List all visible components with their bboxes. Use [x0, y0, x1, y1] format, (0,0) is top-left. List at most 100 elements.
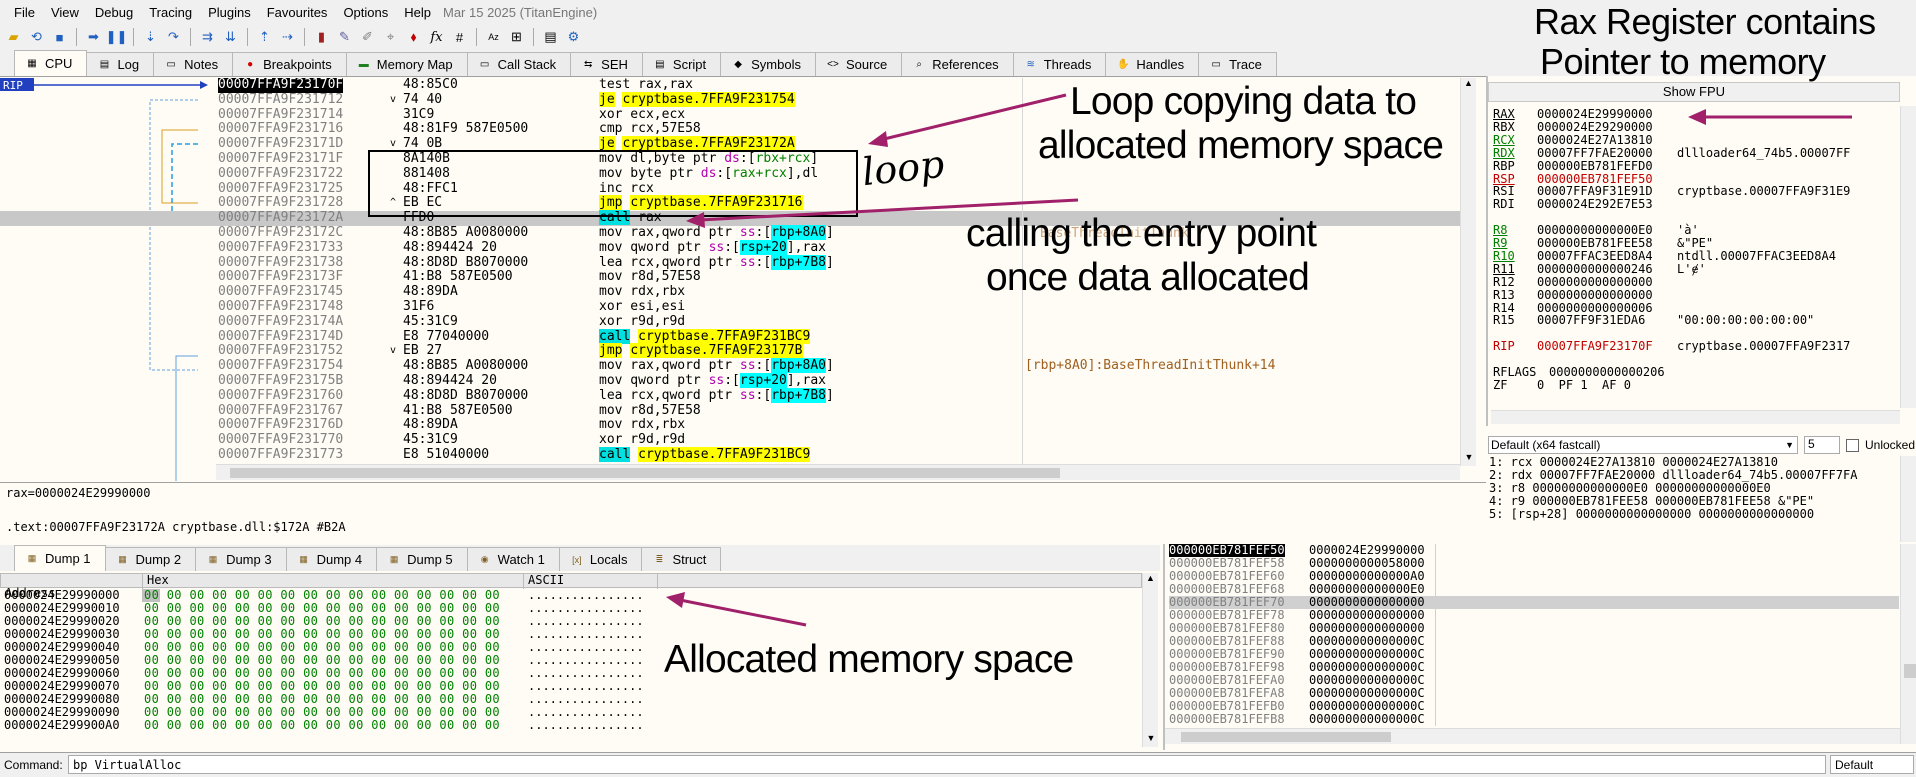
- command-input[interactable]: bp VirtualAlloc: [68, 755, 1826, 774]
- tab-threads[interactable]: ≋ Threads: [1012, 52, 1107, 76]
- disasm-row[interactable]: 00007FFA9F23176D 48:89DA mov rdx,rbx: [0, 417, 1470, 433]
- call-convention-select[interactable]: Default (x64 fastcall) ▼: [1488, 436, 1798, 454]
- tab-notes[interactable]: ▭ Notes: [153, 52, 234, 76]
- stop-icon[interactable]: ■: [50, 28, 69, 47]
- label-icon[interactable]: ⌖: [381, 28, 400, 47]
- function-icon[interactable]: fx: [427, 28, 446, 47]
- register-row[interactable]: RBP 000000EB781FEFD0: [1491, 158, 1901, 173]
- settings-icon[interactable]: ⚙: [564, 28, 583, 47]
- annotation-loop-1: Loop copying data to: [1070, 80, 1417, 123]
- unlocked-checkbox[interactable]: [1846, 438, 1859, 452]
- tab-dump-5[interactable]: ▦ Dump 5: [376, 547, 468, 571]
- instruction-token: mov rdx,rbx: [599, 284, 686, 300]
- tab-struct[interactable]: ≣ Struct: [641, 547, 722, 571]
- tab-watch-1[interactable]: ◉ Watch 1: [466, 547, 560, 571]
- breakpoint-dot-icon: ●: [247, 59, 254, 70]
- menu-favourites[interactable]: Favourites: [259, 5, 336, 20]
- register-name: RBP: [1493, 158, 1515, 173]
- register-row[interactable]: ZF 0 PF 1 AF 0: [1491, 378, 1901, 392]
- comment-icon[interactable]: ✐: [358, 28, 377, 47]
- register-row[interactable]: RDX 00007FF7FAE20000 dllloader64_74b5.0000…: [1491, 146, 1901, 160]
- stack-horizontal-scrollbar[interactable]: [1165, 728, 1900, 744]
- register-row[interactable]: R11 0000000000000246 L'ɇ': [1491, 262, 1901, 276]
- arg-count-spinner[interactable]: 5: [1804, 436, 1840, 454]
- disasm-row[interactable]: 00007FFA9F231754 48:8B85 A0080000 mov rax,…: [0, 358, 1470, 374]
- tab-symbols[interactable]: ◆ Symbols: [720, 52, 816, 76]
- register-row[interactable]: RBX 0000024E29290000: [1491, 120, 1901, 134]
- tab-locals[interactable]: [x] Locals: [558, 547, 643, 571]
- register-row[interactable]: RDI 0000024E292E7E53: [1491, 198, 1901, 211]
- registers-scrollbar[interactable]: [1900, 106, 1916, 408]
- trace-over-icon[interactable]: ⇊: [221, 28, 240, 47]
- disasm-instruction: mov rax,qword ptr ss:[rbp+8A0]: [599, 358, 834, 374]
- scylla-icon[interactable]: ▮: [312, 28, 331, 47]
- disasm-row[interactable]: 00007FFA9F23174D E8 77040000 call cryptbas…: [0, 328, 1470, 345]
- instruction-token: :[: [724, 373, 740, 388]
- registers-horizontal-scrollbar[interactable]: [1491, 410, 1900, 424]
- disasm-row[interactable]: 00007FFA9F231773 E8 51040000 call cryptbas…: [0, 447, 1470, 463]
- menu-options[interactable]: Options: [335, 5, 396, 20]
- register-row[interactable]: R15 00007FF9F31EDA6 "00:00:00:00:00:00": [1491, 314, 1901, 327]
- tab-script[interactable]: ▤ Script: [641, 52, 722, 76]
- register-row[interactable]: R13 0000000000000000: [1491, 288, 1901, 302]
- bookmark-icon[interactable]: ⬧: [404, 28, 423, 47]
- call-argument-row[interactable]: 5: [rsp+28] 0000000000000000 00000000000…: [1489, 508, 1899, 521]
- disasm-row[interactable]: 00007FFA9F231767 41:B8 587E0500 mov r8d,57…: [0, 403, 1470, 419]
- tab-seh[interactable]: ⇆ SEH: [570, 52, 643, 76]
- run-to-user-code-icon[interactable]: ⇢: [278, 28, 297, 47]
- arguments-scrollbar[interactable]: [1900, 456, 1916, 542]
- menu-plugins[interactable]: Plugins: [200, 5, 259, 20]
- dump-scrollbar[interactable]: ▲ ▼: [1142, 573, 1158, 747]
- menu-view[interactable]: View: [43, 5, 87, 20]
- strings-icon[interactable]: Az: [484, 28, 503, 47]
- menu-debug[interactable]: Debug: [87, 5, 141, 20]
- tab-trace[interactable]: ▭ Trace: [1198, 52, 1277, 76]
- restart-icon[interactable]: ⟲: [27, 28, 46, 47]
- disasm-row[interactable]: 00007FFA9F231760 48:8D8D B8070000 lea rcx,…: [0, 387, 1470, 404]
- menu-help[interactable]: Help: [396, 5, 439, 20]
- tab-handles[interactable]: ✋ Handles: [1105, 52, 1200, 76]
- step-over-icon[interactable]: ↷: [164, 28, 183, 47]
- tab-dump-2[interactable]: ▦ Dump 2: [104, 547, 197, 571]
- step-into-icon[interactable]: ⇣: [141, 28, 160, 47]
- disasm-row[interactable]: 00007FFA9F231770 45:31C9 xor r9d,r9d: [0, 432, 1470, 448]
- pause-icon[interactable]: ❚❚: [106, 28, 128, 47]
- disassembly-vertical-scrollbar[interactable]: ▲ ▼: [1460, 78, 1476, 466]
- notes-toolbar-icon[interactable]: ▤: [541, 28, 560, 47]
- tab-dump-3[interactable]: ▦ Dump 3: [195, 547, 287, 571]
- tab-breakpoints[interactable]: ● Breakpoints: [232, 52, 347, 76]
- register-row[interactable]: RIP 00007FFA9F23170F cryptbase.00007FFA9F2…: [1491, 340, 1901, 353]
- run-icon[interactable]: ➡: [84, 28, 103, 47]
- tab-cpu[interactable]: ▦ CPU: [14, 50, 88, 76]
- disasm-row[interactable]: 00007FFA9F23175B 48:894424 20 mov qword pt…: [0, 373, 1470, 389]
- stack-row[interactable]: 000000EB781FEFB8 000000000000000C: [1169, 713, 1899, 726]
- disasm-row[interactable]: 00007FFA9F231748 31F6 xor esi,esi: [0, 299, 1470, 315]
- disassembly-horizontal-scrollbar[interactable]: [216, 464, 1460, 480]
- register-row[interactable]: RCX 0000024E27A13810: [1491, 133, 1901, 147]
- dump-row[interactable]: 0000024E299900A0 00 00 00 00 00 00 00 00 …: [0, 719, 1140, 730]
- menu-tracing[interactable]: Tracing: [141, 5, 200, 20]
- scroll-thumb[interactable]: [230, 468, 1060, 478]
- disasm-instruction: mov r8d,57E58: [599, 403, 701, 419]
- execute-till-return-icon[interactable]: ⇡: [255, 28, 274, 47]
- show-fpu-button[interactable]: Show FPU: [1488, 82, 1900, 102]
- command-mode-select[interactable]: Default: [1830, 755, 1914, 774]
- menu-file[interactable]: File: [6, 5, 43, 20]
- tab-references[interactable]: ⌕ References: [901, 52, 1014, 76]
- trace-into-icon[interactable]: ⇉: [198, 28, 217, 47]
- tab-log[interactable]: ▤ Log: [86, 52, 155, 76]
- disasm-row[interactable]: 00007FFA9F231752 v EB 27 jmp cryptbase.7FFA…: [0, 343, 1470, 359]
- stack-scrollbar[interactable]: [1900, 544, 1916, 744]
- register-row[interactable]: R12 0000000000000000: [1491, 275, 1901, 289]
- tab-dump-1[interactable]: ▦ Dump 1: [14, 545, 106, 571]
- tab-memory-map[interactable]: ▬ Memory Map: [345, 52, 468, 76]
- hash-icon[interactable]: #: [450, 28, 469, 47]
- disasm-row[interactable]: 00007FFA9F23174A 45:31C9 xor r9d,r9d: [0, 314, 1470, 330]
- tab-dump-4[interactable]: ▦ Dump 4: [285, 547, 378, 571]
- register-row[interactable]: R10 00007FFAC3EED8A4 ntdll.00007FFAC3EED8A…: [1491, 249, 1901, 263]
- patch-icon[interactable]: ✎: [335, 28, 354, 47]
- tab-call-stack[interactable]: ▭ Call Stack: [466, 52, 572, 76]
- calculator-icon[interactable]: ⊞: [507, 28, 526, 47]
- tab-source[interactable]: <> Source: [815, 52, 903, 76]
- open-icon[interactable]: ▰: [4, 28, 23, 47]
